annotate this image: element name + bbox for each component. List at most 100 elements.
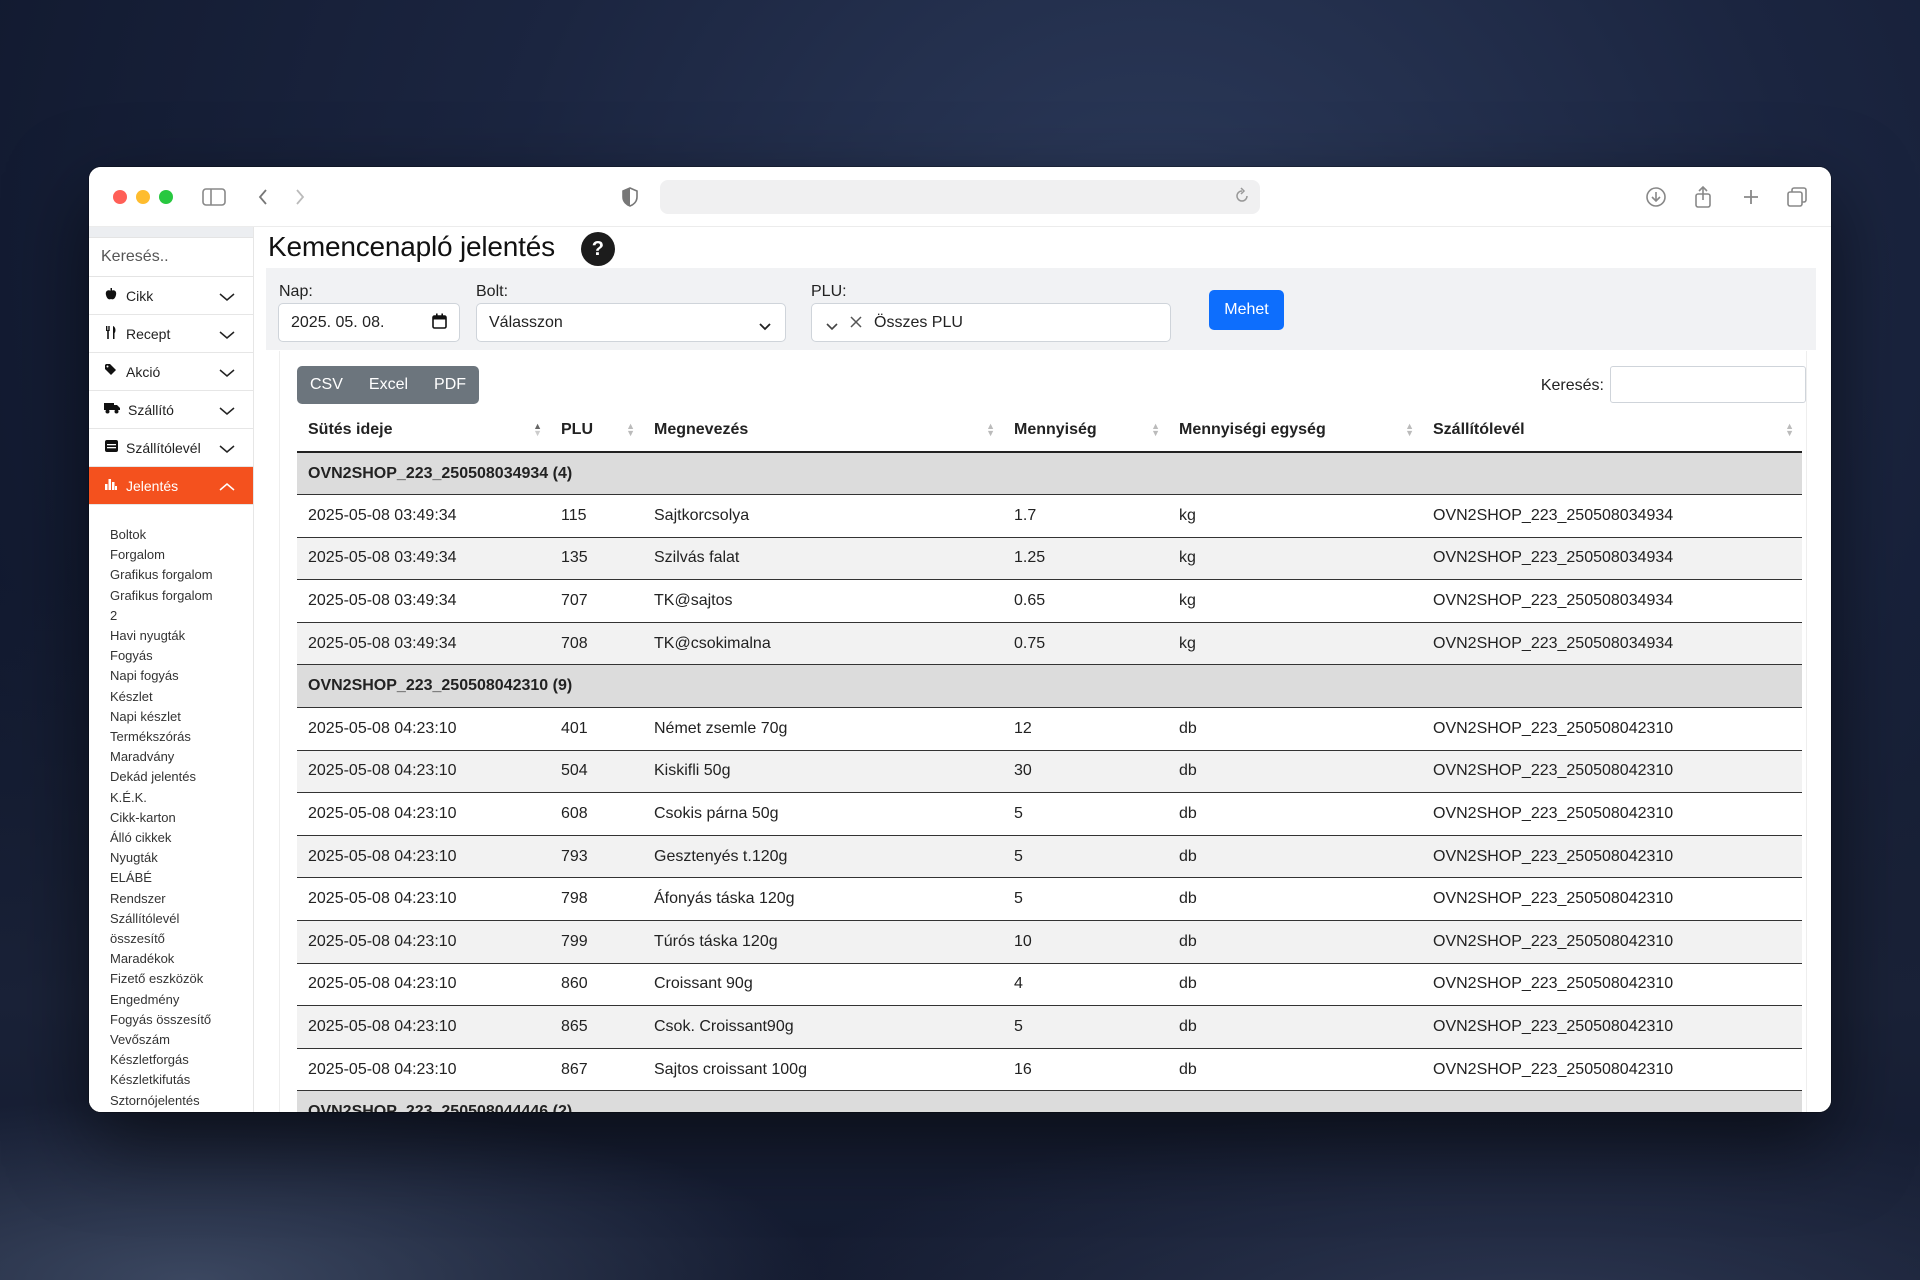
report-submenu-item[interactable]: Engedmény <box>110 990 253 1010</box>
new-tab-icon[interactable] <box>1737 183 1765 211</box>
plu-select-value: Összes PLU <box>874 314 963 331</box>
report-submenu-item[interactable]: Szállítólevél <box>110 909 253 929</box>
sort-icon[interactable]: ▲ ▼ <box>1785 422 1794 438</box>
table-row[interactable]: 2025-05-08 04:23:10 608 Csokis párna 50g 5 d… <box>297 792 1802 836</box>
table-cell: 5 <box>1003 835 1168 879</box>
clear-icon[interactable] <box>849 315 863 334</box>
table-cell: Croissant 90g <box>643 963 1003 1007</box>
calendar-icon[interactable] <box>432 313 447 334</box>
sidebar-item-label: Cikk <box>126 287 154 304</box>
report-submenu-item[interactable]: 2 <box>110 606 253 626</box>
sort-asc-icon[interactable]: ▲ ▼ <box>533 422 542 438</box>
sort-icon[interactable]: ▲ ▼ <box>1151 422 1160 438</box>
shop-select[interactable]: Válasszon <box>476 303 786 342</box>
table-row[interactable]: 2025-05-08 04:23:10 865 Csok. Croissant90g… <box>297 1005 1802 1049</box>
reload-icon[interactable] <box>1234 187 1250 210</box>
column-header[interactable]: Mennyiség ▲ ▼ <box>1003 409 1168 453</box>
table-cell: OVN2SHOP_223_250508042310 <box>1422 1005 1802 1049</box>
report-submenu-item[interactable]: K.É.K. <box>110 788 253 808</box>
group-row[interactable]: OVN2SHOP_223_250508044446 (2) <box>297 1090 1802 1112</box>
table-row[interactable]: 2025-05-08 03:49:34 707 TK@sajtos 0.65 kg OVN… <box>297 579 1802 623</box>
submit-button[interactable]: Mehet <box>1209 290 1284 330</box>
sidebar-search-input[interactable]: Keresés.. <box>89 237 253 277</box>
report-submenu-item[interactable]: Készletforgás <box>110 1050 253 1070</box>
report-submenu-item[interactable]: Készlet <box>110 687 253 707</box>
report-submenu-item[interactable]: Vevőszám <box>110 1030 253 1050</box>
report-submenu-item[interactable]: Fogyás <box>110 646 253 666</box>
report-submenu-item[interactable]: Dekád jelentés <box>110 767 253 787</box>
back-icon[interactable] <box>249 183 277 211</box>
report-submenu-item[interactable]: Termékszórás <box>110 727 253 747</box>
report-submenu-item[interactable]: Maradékok <box>110 949 253 969</box>
report-submenu-item[interactable]: Grafikus forgalom <box>110 565 253 585</box>
close-window-button[interactable] <box>113 190 127 204</box>
sort-icon[interactable]: ▲ ▼ <box>986 422 995 438</box>
report-submenu-item[interactable]: Havi nyugták <box>110 626 253 646</box>
report-submenu-item[interactable]: Napi fogyás <box>110 666 253 686</box>
pdf-export-button[interactable]: PDF <box>421 366 479 404</box>
sidebar-item-cikk[interactable]: Cikk <box>89 277 253 315</box>
column-header[interactable]: Mennyiségi egység ▲ ▼ <box>1168 409 1422 453</box>
table-row[interactable]: 2025-05-08 03:49:34 115 Sajtkorcsolya 1.7 kg… <box>297 494 1802 538</box>
tab-overview-icon[interactable] <box>1783 183 1811 211</box>
excel-export-button[interactable]: Excel <box>356 366 421 404</box>
report-submenu-item[interactable]: ELÁBÉ <box>110 868 253 888</box>
group-row[interactable]: OVN2SHOP_223_250508042310 (9) <box>297 664 1802 709</box>
table-row[interactable]: 2025-05-08 04:23:10 799 Túrós táska 120g 10… <box>297 920 1802 964</box>
report-submenu-item[interactable]: Napi készlet <box>110 707 253 727</box>
table-row[interactable]: 2025-05-08 04:23:10 793 Gesztenyés t.120g 5… <box>297 835 1802 879</box>
sidebar-item-label: Szállítólevél <box>126 439 201 456</box>
table-cell: TK@sajtos <box>643 579 1003 623</box>
chevron-down-icon[interactable] <box>826 318 838 336</box>
table-cell: db <box>1168 920 1422 964</box>
table-row[interactable]: 2025-05-08 04:23:10 798 Áfonyás táska 120g… <box>297 877 1802 922</box>
sidebar-item-szallitolevel[interactable]: Szállítólevél <box>89 429 253 467</box>
report-submenu-item[interactable]: Nyugták <box>110 848 253 868</box>
report-submenu-item[interactable]: Álló cikkek <box>110 828 253 848</box>
report-submenu-item[interactable]: Maradvány <box>110 747 253 767</box>
sidebar-toggle-icon[interactable] <box>200 183 228 211</box>
table-cell: db <box>1168 877 1422 922</box>
report-submenu-item[interactable]: Készletkifutás <box>110 1070 253 1090</box>
table-row[interactable]: 2025-05-08 04:23:10 504 Kiskifli 50g 30 db OV… <box>297 750 1802 794</box>
table-cell: 708 <box>550 622 643 666</box>
table-cell: TK@csokimalna <box>643 622 1003 666</box>
minimize-window-button[interactable] <box>136 190 150 204</box>
sidebar-item-recept[interactable]: Recept <box>89 315 253 353</box>
sort-icon[interactable]: ▲ ▼ <box>1405 422 1414 438</box>
report-submenu-item[interactable]: Fizető eszközök <box>110 969 253 989</box>
report-submenu-item[interactable]: Rendszer <box>110 889 253 909</box>
report-submenu-item[interactable]: Cikk-karton <box>110 808 253 828</box>
column-header[interactable]: PLU ▲ ▼ <box>550 409 643 453</box>
downloads-icon[interactable] <box>1642 183 1670 211</box>
zoom-window-button[interactable] <box>159 190 173 204</box>
group-row[interactable]: OVN2SHOP_223_250508034934 (4) <box>297 452 1802 496</box>
sort-icon[interactable]: ▲ ▼ <box>626 422 635 438</box>
sidebar-item-akcio[interactable]: Akció <box>89 353 253 391</box>
table-row[interactable]: 2025-05-08 04:23:10 860 Croissant 90g 4 db OV… <box>297 963 1802 1007</box>
sidebar-item-jelentes[interactable]: Jelentés <box>89 467 253 505</box>
report-submenu-item[interactable]: Fogyás összesítő <box>110 1010 253 1030</box>
table-row[interactable]: 2025-05-08 03:49:34 708 TK@csokimalna 0.75 k… <box>297 622 1802 666</box>
privacy-shield-icon[interactable] <box>616 183 644 211</box>
table-row[interactable]: 2025-05-08 04:23:10 867 Sajtos croissant 1… <box>297 1048 1802 1092</box>
report-submenu-item[interactable]: összesítő <box>110 929 253 949</box>
forward-icon[interactable] <box>286 183 314 211</box>
report-submenu-item[interactable]: Sztornójelentés <box>110 1091 253 1111</box>
csv-export-button[interactable]: CSV <box>297 366 356 404</box>
share-icon[interactable] <box>1689 183 1717 211</box>
table-search-input[interactable] <box>1610 366 1806 403</box>
report-submenu-item[interactable]: Forgalom <box>110 545 253 565</box>
column-header[interactable]: Szállítólevél ▲ ▼ <box>1422 409 1802 453</box>
table-row[interactable]: 2025-05-08 03:49:34 135 Szilvás falat 1.25 k… <box>297 537 1802 581</box>
sidebar-item-szallito[interactable]: Szállító <box>89 391 253 429</box>
help-icon[interactable]: ? <box>580 232 615 266</box>
column-header[interactable]: Sütés ideje ▲ ▼ <box>297 409 550 453</box>
table-row[interactable]: 2025-05-08 04:23:10 401 Német zsemle 70g 12… <box>297 707 1802 751</box>
address-bar[interactable] <box>660 180 1260 214</box>
column-header[interactable]: Megnevezés ▲ ▼ <box>643 409 1003 453</box>
plu-select[interactable]: Összes PLU <box>811 303 1171 342</box>
report-submenu-item[interactable]: Grafikus forgalom <box>110 586 253 606</box>
date-input[interactable]: 2025. 05. 08. <box>278 303 460 342</box>
report-submenu-item[interactable]: Boltok <box>110 525 253 545</box>
